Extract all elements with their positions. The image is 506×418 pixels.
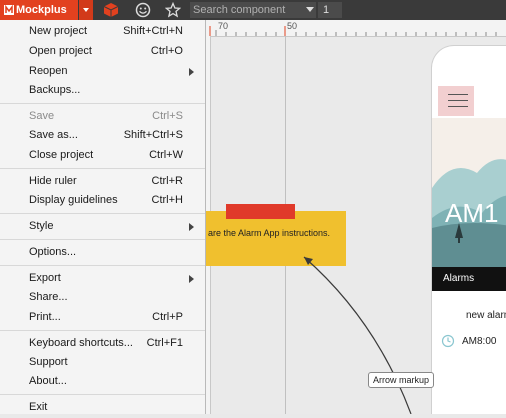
menu-item-shortcut: Ctrl+R bbox=[151, 175, 183, 187]
menu-item-label: About... bbox=[29, 375, 67, 387]
menu-item-hide-ruler[interactable]: Hide ruler Ctrl+R bbox=[0, 172, 205, 192]
menu-item-label: Reopen bbox=[29, 65, 68, 77]
menu-item-backups[interactable]: Backups... bbox=[0, 81, 205, 101]
package-icon[interactable] bbox=[103, 2, 119, 18]
menu-item-shortcut: Ctrl+S bbox=[152, 110, 183, 122]
menu-item-export[interactable]: Export bbox=[0, 269, 205, 289]
page-number-field[interactable]: 1 bbox=[318, 2, 342, 18]
menu-item-label: Keyboard shortcuts... bbox=[29, 337, 133, 349]
search-component-input[interactable]: Search component bbox=[190, 2, 316, 18]
menu-item-shortcut: Ctrl+H bbox=[151, 194, 183, 206]
alarm-time[interactable]: AM8:00 bbox=[462, 336, 496, 347]
submenu-arrow-icon bbox=[189, 68, 194, 76]
menu-item-print[interactable]: Print... Ctrl+P bbox=[0, 308, 205, 328]
clock-icon bbox=[441, 334, 455, 348]
star-icon[interactable] bbox=[165, 2, 181, 18]
menu-item-style[interactable]: Style bbox=[0, 217, 205, 237]
sticky-note-tab[interactable] bbox=[226, 204, 295, 219]
menu-item-shortcut: Shift+Ctrl+N bbox=[123, 25, 183, 37]
menu-item-open-project[interactable]: Open project Ctrl+O bbox=[0, 42, 205, 62]
submenu-arrow-icon bbox=[189, 275, 194, 283]
menu-item-keyboard-shortcuts[interactable]: Keyboard shortcuts... Ctrl+F1 bbox=[0, 334, 205, 354]
menu-separator bbox=[0, 213, 205, 214]
menu-item-shortcut: Shift+Ctrl+S bbox=[123, 129, 183, 141]
app-menu-button[interactable]: Mockplus bbox=[0, 0, 78, 20]
menu-item-shortcut: Ctrl+F1 bbox=[146, 337, 183, 349]
menu-item-label: Open project bbox=[29, 45, 92, 57]
app-name: Mockplus bbox=[16, 4, 67, 16]
menu-item-label: Close project bbox=[29, 149, 94, 161]
menu-item-shortcut: Ctrl+P bbox=[152, 311, 183, 323]
menu-item-label: Exit bbox=[29, 401, 48, 413]
menu-item-label: Support bbox=[29, 356, 68, 368]
menu-separator bbox=[0, 168, 205, 169]
menu-line bbox=[448, 100, 468, 101]
sticky-note-text: are the Alarm App instructions. bbox=[208, 228, 331, 238]
time-display: AM1 bbox=[445, 198, 499, 228]
menu-item-new-project[interactable]: New project Shift+Ctrl+N bbox=[0, 22, 205, 42]
menu-item-label: Hide ruler bbox=[29, 175, 77, 187]
new-alarm-item[interactable]: new alarm bbox=[466, 310, 506, 321]
phone-mockup[interactable]: AM1 Alarms new alarm AM8:00 bbox=[432, 46, 506, 414]
alarms-header-bar: Alarms bbox=[432, 267, 506, 291]
submenu-arrow-icon bbox=[189, 223, 194, 231]
menu-item-label: New project bbox=[29, 25, 88, 37]
ruler-ticks bbox=[209, 26, 497, 36]
menu-item-exit[interactable]: Exit bbox=[0, 398, 205, 418]
menu-item-about[interactable]: About... bbox=[0, 372, 205, 392]
menu-separator bbox=[0, 103, 205, 104]
menu-item-options[interactable]: Options... bbox=[0, 243, 205, 263]
design-canvas[interactable]: 70 50 are the Alarm App instructions. AM… bbox=[206, 20, 506, 414]
menu-item-share[interactable]: Share... bbox=[0, 288, 205, 308]
sticky-note[interactable] bbox=[206, 211, 346, 266]
menu-item-label: Display guidelines bbox=[29, 194, 118, 206]
menu-item-support[interactable]: Support bbox=[0, 353, 205, 373]
app-menu-dropdown-icon[interactable] bbox=[79, 0, 93, 20]
menu-line bbox=[448, 94, 468, 95]
hamburger-menu-button[interactable] bbox=[438, 86, 474, 116]
menu-item-reopen[interactable]: Reopen bbox=[0, 62, 205, 82]
arrow-markup-label[interactable]: Arrow markup bbox=[368, 372, 435, 388]
menu-separator bbox=[0, 394, 205, 395]
mockplus-logo-icon bbox=[4, 5, 14, 15]
menu-item-label: Backups... bbox=[29, 84, 81, 96]
menu-line bbox=[448, 106, 468, 107]
menu-item-label: Style bbox=[29, 220, 54, 232]
menu-separator bbox=[0, 265, 205, 266]
menu-item-label: Export bbox=[29, 272, 61, 284]
horizontal-ruler[interactable]: 70 50 bbox=[206, 20, 506, 37]
alarms-header: Alarms bbox=[443, 273, 475, 284]
ruler-label: 70 bbox=[218, 21, 229, 31]
top-toolbar: Mockplus Search component 1 bbox=[0, 0, 506, 20]
menu-separator bbox=[0, 330, 205, 331]
smiley-icon[interactable] bbox=[135, 2, 151, 18]
menu-item-label: Save bbox=[29, 110, 55, 122]
menu-separator bbox=[0, 239, 205, 240]
menu-item-label: Print... bbox=[29, 311, 61, 323]
ruler-label: 50 bbox=[287, 21, 298, 31]
menu-item-label: Share... bbox=[29, 291, 68, 303]
search-dropdown-icon[interactable] bbox=[306, 7, 314, 12]
menu-item-save-as[interactable]: Save as... Shift+Ctrl+S bbox=[0, 126, 205, 146]
menu-item-label: Options... bbox=[29, 246, 77, 258]
app-menu: New project Shift+Ctrl+N Open project Ct… bbox=[0, 20, 206, 414]
menu-item-shortcut: Ctrl+W bbox=[149, 149, 183, 161]
menu-item-save: Save Ctrl+S bbox=[0, 107, 205, 127]
menu-item-display-guidelines[interactable]: Display guidelines Ctrl+H bbox=[0, 191, 205, 211]
menu-item-shortcut: Ctrl+O bbox=[150, 45, 183, 57]
menu-item-close-project[interactable]: Close project Ctrl+W bbox=[0, 146, 205, 166]
menu-item-label: Save as... bbox=[29, 129, 78, 141]
